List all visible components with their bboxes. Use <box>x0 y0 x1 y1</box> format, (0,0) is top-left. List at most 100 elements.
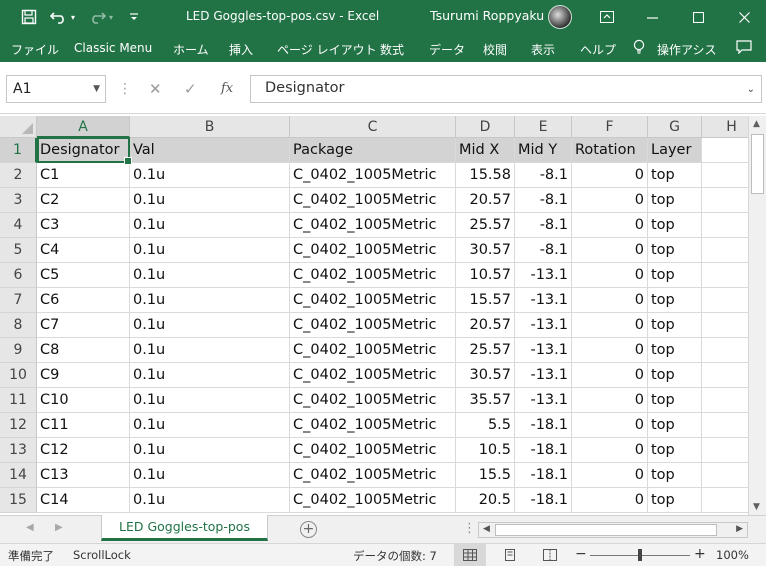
table-cell[interactable] <box>702 463 748 488</box>
header-cell[interactable]: Mid X <box>456 138 515 163</box>
column-header[interactable]: D <box>456 116 515 138</box>
expand-formula-icon[interactable]: ⌄ <box>747 84 755 95</box>
row-header[interactable]: 7 <box>0 288 37 313</box>
page-layout-view-icon[interactable] <box>494 544 526 566</box>
column-header[interactable]: A <box>37 116 130 138</box>
table-cell[interactable]: 0.1u <box>130 338 290 363</box>
table-cell[interactable]: -13.1 <box>515 338 572 363</box>
table-cell[interactable]: C8 <box>37 338 130 363</box>
close-icon[interactable] <box>733 0 755 34</box>
table-cell[interactable]: 10.57 <box>456 263 515 288</box>
table-cell[interactable]: -18.1 <box>515 463 572 488</box>
table-cell[interactable]: 15.58 <box>456 163 515 188</box>
table-cell[interactable]: C12 <box>37 438 130 463</box>
maximize-icon[interactable] <box>687 0 709 34</box>
table-cell[interactable]: 0 <box>572 313 648 338</box>
table-cell[interactable]: 30.57 <box>456 363 515 388</box>
table-cell[interactable]: 0.1u <box>130 488 290 513</box>
undo-icon[interactable] <box>48 0 70 34</box>
row-header[interactable]: 2 <box>0 163 37 188</box>
tab-formulas[interactable]: 数式 <box>380 41 404 58</box>
header-cell[interactable]: Designator <box>37 138 130 163</box>
table-cell[interactable]: 0 <box>572 388 648 413</box>
horizontal-scrollbar[interactable]: ◀ ▶ <box>478 522 748 538</box>
table-cell[interactable]: C7 <box>37 313 130 338</box>
tab-view[interactable]: 表示 <box>531 41 555 58</box>
table-cell[interactable] <box>702 213 748 238</box>
customize-toolbar-icon[interactable] <box>127 0 141 34</box>
table-cell[interactable]: C_0402_1005Metric <box>290 188 456 213</box>
table-cell[interactable]: top <box>648 288 702 313</box>
table-cell[interactable]: -18.1 <box>515 438 572 463</box>
scroll-left-icon[interactable]: ◀ <box>483 524 490 534</box>
table-cell[interactable]: 0 <box>572 213 648 238</box>
table-cell[interactable]: 0 <box>572 338 648 363</box>
table-cell[interactable]: -13.1 <box>515 313 572 338</box>
table-cell[interactable] <box>702 388 748 413</box>
table-cell[interactable]: 25.57 <box>456 338 515 363</box>
column-header[interactable]: E <box>515 116 572 138</box>
scroll-right-icon[interactable]: ▶ <box>736 524 743 534</box>
table-cell[interactable]: 35.57 <box>456 388 515 413</box>
table-cell[interactable]: 0.1u <box>130 288 290 313</box>
sheet-tab-active[interactable]: LED Goggles-top-pos <box>101 515 268 541</box>
table-cell[interactable]: 0.1u <box>130 188 290 213</box>
header-cell[interactable]: Layer <box>648 138 702 163</box>
row-header[interactable]: 5 <box>0 238 37 263</box>
table-cell[interactable]: C5 <box>37 263 130 288</box>
row-header[interactable]: 10 <box>0 363 37 388</box>
table-cell[interactable]: -8.1 <box>515 213 572 238</box>
next-sheet-icon[interactable]: ▶ <box>55 522 63 533</box>
row-header[interactable]: 11 <box>0 388 37 413</box>
table-cell[interactable] <box>702 338 748 363</box>
table-cell[interactable]: C14 <box>37 488 130 513</box>
insert-function-icon[interactable]: fx <box>221 81 233 96</box>
table-cell[interactable]: 0 <box>572 238 648 263</box>
table-cell[interactable] <box>702 363 748 388</box>
name-box[interactable]: A1 ▼ <box>6 75 106 103</box>
row-header[interactable]: 4 <box>0 213 37 238</box>
table-cell[interactable]: 0.1u <box>130 238 290 263</box>
table-cell[interactable]: -13.1 <box>515 263 572 288</box>
prev-sheet-icon[interactable]: ◀ <box>26 522 34 533</box>
table-cell[interactable] <box>702 488 748 513</box>
table-cell[interactable]: C_0402_1005Metric <box>290 313 456 338</box>
user-name[interactable]: Tsurumi Roppyaku <box>430 8 544 23</box>
table-cell[interactable]: 0.1u <box>130 388 290 413</box>
table-cell[interactable]: 0.1u <box>130 463 290 488</box>
table-cell[interactable]: 20.5 <box>456 488 515 513</box>
table-cell[interactable]: 0.1u <box>130 313 290 338</box>
horizontal-scroll-thumb[interactable] <box>495 524 717 536</box>
zoom-slider-thumb[interactable] <box>638 549 642 561</box>
table-cell[interactable]: C_0402_1005Metric <box>290 213 456 238</box>
table-cell[interactable]: 0.1u <box>130 163 290 188</box>
select-all-corner[interactable] <box>0 116 37 138</box>
normal-view-icon[interactable] <box>454 544 486 566</box>
column-header[interactable]: B <box>130 116 290 138</box>
tab-help[interactable]: ヘルプ <box>580 41 616 58</box>
column-header[interactable]: F <box>572 116 648 138</box>
table-cell[interactable]: 0 <box>572 188 648 213</box>
zoom-in-button[interactable]: + <box>694 546 706 562</box>
table-cell[interactable]: 0 <box>572 263 648 288</box>
row-header[interactable]: 14 <box>0 463 37 488</box>
row-header[interactable]: 1 <box>0 138 37 163</box>
table-cell[interactable]: 20.57 <box>456 313 515 338</box>
header-cell[interactable]: Val <box>130 138 290 163</box>
table-cell[interactable] <box>702 188 748 213</box>
row-header[interactable]: 9 <box>0 338 37 363</box>
table-cell[interactable]: 20.57 <box>456 188 515 213</box>
table-cell[interactable]: 0.1u <box>130 213 290 238</box>
row-header[interactable]: 3 <box>0 188 37 213</box>
header-cell[interactable]: Package <box>290 138 456 163</box>
tab-insert[interactable]: 挿入 <box>229 41 253 58</box>
table-cell[interactable]: 0 <box>572 363 648 388</box>
table-cell[interactable]: -13.1 <box>515 363 572 388</box>
enter-icon[interactable]: ✓ <box>184 80 197 98</box>
row-header[interactable]: 12 <box>0 413 37 438</box>
tab-classic-menu[interactable]: Classic Menu <box>74 41 152 55</box>
column-header[interactable]: H <box>702 116 748 138</box>
table-cell[interactable]: C3 <box>37 213 130 238</box>
table-cell[interactable] <box>702 313 748 338</box>
ribbon-display-icon[interactable] <box>596 0 618 34</box>
